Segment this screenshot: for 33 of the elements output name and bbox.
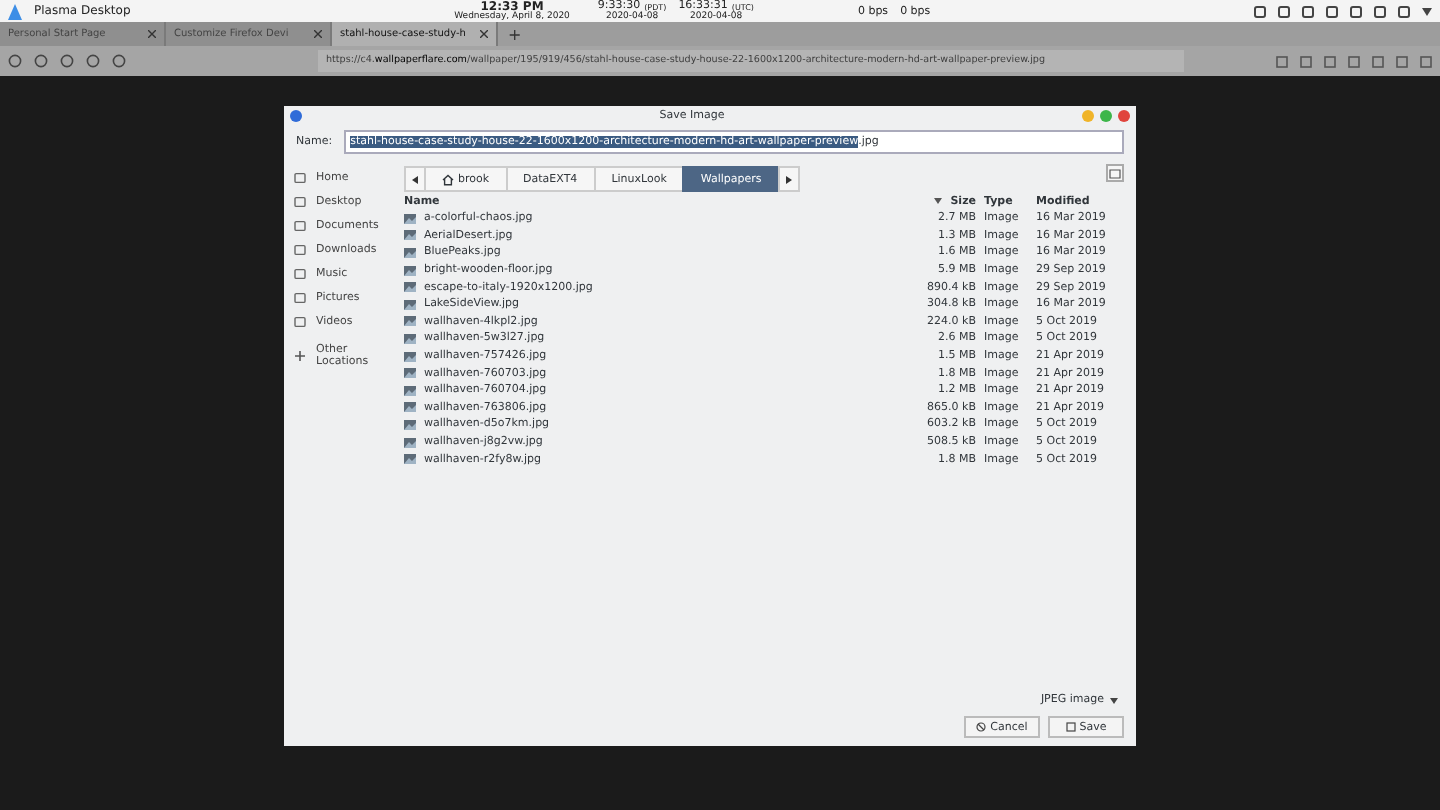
image-thumbnail-icon [404,385,416,396]
caret-icon[interactable] [1422,7,1433,15]
image-thumbnail-icon [404,282,416,293]
image-thumbnail-icon [404,265,416,276]
close-icon[interactable] [480,30,488,38]
left-arrow-icon [412,175,418,183]
image-thumbnail-icon [404,437,416,448]
right-arrow-icon [785,175,792,183]
image-thumbnail-icon [404,368,416,379]
image-thumbnail-icon [404,402,416,413]
image-thumbnail-icon [404,213,416,224]
scroll-left-button[interactable] [404,166,426,192]
image-thumbnail-icon [404,419,416,430]
plus-icon [294,350,306,363]
image-thumbnail-icon [404,299,416,310]
scroll-right-button[interactable] [777,166,800,192]
close-icon[interactable] [314,30,322,38]
image-thumbnail-icon [404,247,416,258]
maximize-button[interactable] [1100,110,1112,122]
image-thumbnail-icon [404,351,416,362]
cancel-icon [976,722,987,732]
caret-icon [1110,697,1118,703]
new-folder-icon[interactable] [1106,164,1124,182]
image-thumbnail-icon [404,316,416,327]
image-thumbnail-icon [404,454,416,465]
app-icon [290,110,302,122]
close-button[interactable] [1118,110,1130,122]
image-thumbnail-icon [404,230,416,241]
sort-arrow-icon [934,198,943,204]
plasma-logo-icon[interactable] [8,3,22,19]
new-tab-button[interactable]: + [498,22,532,46]
close-icon[interactable] [148,30,156,38]
image-thumbnail-icon [404,333,416,344]
